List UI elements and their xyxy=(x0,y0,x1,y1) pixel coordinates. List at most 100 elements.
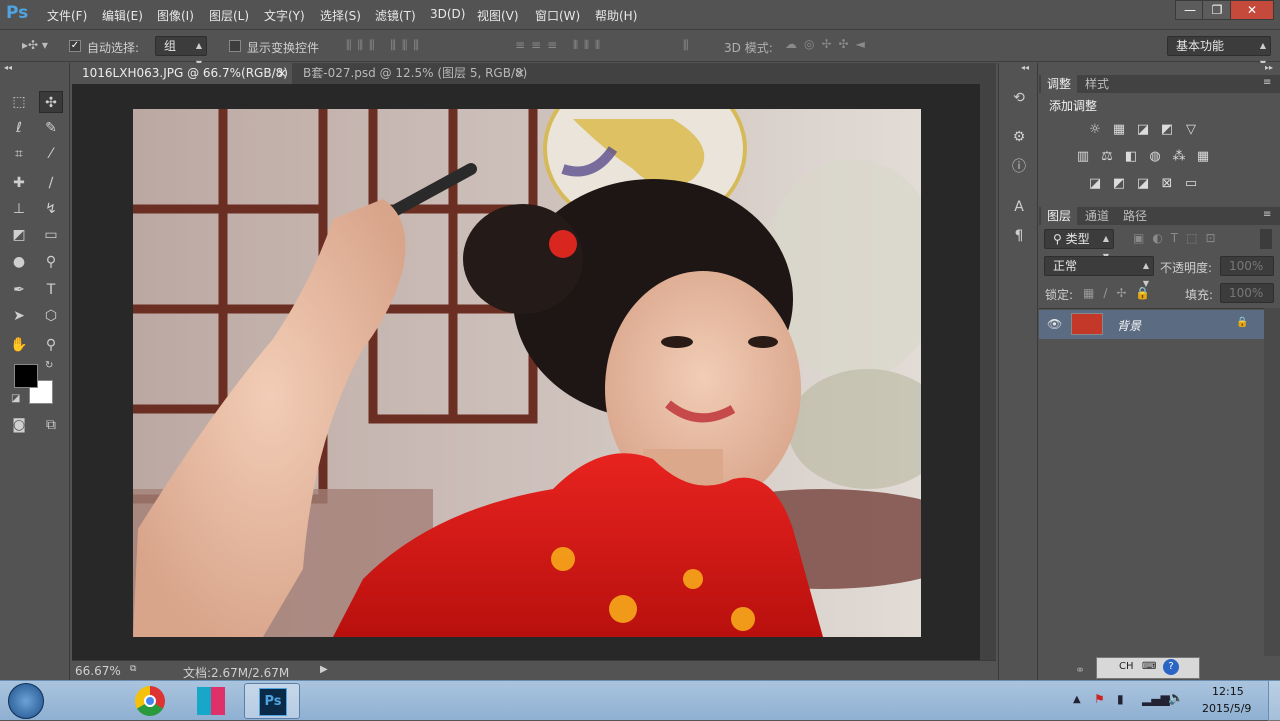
foreground-color-swatch-front[interactable] xyxy=(14,364,38,388)
menu-file[interactable]: 文件(F) xyxy=(47,7,87,24)
gradient-map-icon[interactable]: ▭ xyxy=(1182,175,1200,193)
network-icon[interactable]: ▂▄▆ xyxy=(1142,692,1170,706)
brightness-contrast-icon[interactable]: ☼ xyxy=(1086,121,1104,139)
dodge-tool-icon[interactable]: ⚲ xyxy=(39,251,63,273)
clock-date[interactable]: 2015/5/9 xyxy=(1202,702,1251,715)
filter-toggle[interactable] xyxy=(1260,229,1272,249)
tab-styles[interactable]: 样式 xyxy=(1079,75,1115,93)
healing-brush-tool-icon[interactable]: ✚ xyxy=(7,172,31,194)
menu-window[interactable]: 窗口(W) xyxy=(535,7,580,24)
collapse-icon[interactable]: ◂◂ xyxy=(4,63,12,72)
power-icon[interactable]: ▮ xyxy=(1117,692,1124,706)
3d-mode-icons[interactable]: ☁◎✢✣◄ xyxy=(785,37,872,51)
tab-paths[interactable]: 路径 xyxy=(1117,207,1153,225)
status-info-icon[interactable]: ⧉ xyxy=(130,664,136,674)
menu-3d[interactable]: 3D(D) xyxy=(430,7,465,21)
path-selection-tool-icon[interactable]: ➤ xyxy=(7,305,31,327)
history-brush-tool-icon[interactable]: ↯ xyxy=(39,198,63,220)
marquee-tool-icon[interactable]: ⬚ xyxy=(7,91,31,113)
distribute-icons[interactable]: ≡≡≡ ⫴⫴⫴ xyxy=(515,38,606,53)
clock-time[interactable]: 12:15 xyxy=(1212,685,1244,698)
color-lookup-icon[interactable]: ▦ xyxy=(1194,148,1212,166)
tab-active-document[interactable]: 1016LXH063.JPG @ 66.7%(RGB/8) × xyxy=(72,63,292,84)
keyboard-icon[interactable]: ⌨ xyxy=(1142,661,1156,672)
auto-align-icon[interactable]: ⫼ xyxy=(683,38,689,53)
hand-tool-icon[interactable]: ✋ xyxy=(7,334,31,356)
language-indicator[interactable]: CH xyxy=(1119,661,1134,672)
paragraph-panel-icon[interactable]: ¶ xyxy=(1009,226,1029,246)
history-panel-icon[interactable]: ⟲ xyxy=(1009,88,1029,108)
auto-select-checkbox[interactable]: ✓ xyxy=(69,40,81,52)
channel-mixer-icon[interactable]: ⁂ xyxy=(1170,148,1188,166)
photoshop-taskbar-button[interactable]: Ps xyxy=(244,683,300,719)
layer-filter-icons[interactable]: ▣◐T⬚⊡ xyxy=(1133,231,1224,245)
brush-tool-icon[interactable]: ∕ xyxy=(39,172,63,194)
menu-select[interactable]: 选择(S) xyxy=(320,7,361,24)
levels-icon[interactable]: ▦ xyxy=(1110,121,1128,139)
minimize-button[interactable]: — xyxy=(1175,0,1205,20)
swap-colors-icon[interactable]: ↻ xyxy=(45,360,53,371)
tab-channels[interactable]: 通道 xyxy=(1079,207,1115,225)
panel-menu-icon[interactable]: ≡ xyxy=(1263,77,1271,88)
black-white-icon[interactable]: ◧ xyxy=(1122,148,1140,166)
character-panel-icon[interactable]: A xyxy=(1009,197,1029,217)
volume-icon[interactable]: 🔈 xyxy=(1168,691,1184,706)
tab-close-icon[interactable]: × xyxy=(515,63,525,83)
eyedropper-tool-icon[interactable]: ⁄ xyxy=(39,143,63,165)
menu-help[interactable]: 帮助(H) xyxy=(595,7,637,24)
posterize-icon[interactable]: ◩ xyxy=(1110,175,1128,193)
default-colors-icon[interactable]: ◪ xyxy=(11,393,20,404)
help-icon[interactable]: ? xyxy=(1163,659,1179,675)
collapse-panels-icon[interactable]: ▸▸ xyxy=(1265,63,1273,72)
lock-icons[interactable]: ▦∕✢🔒 xyxy=(1083,286,1159,300)
panel-menu-icon[interactable]: ≡ xyxy=(1263,209,1271,220)
screen-mode-icon[interactable]: ⧉ xyxy=(39,414,63,436)
expand-icon[interactable]: ◂◂ xyxy=(1021,63,1029,72)
opacity-field[interactable]: 100% xyxy=(1220,256,1274,276)
restore-button[interactable]: ❐ xyxy=(1202,0,1232,20)
blur-tool-icon[interactable]: ● xyxy=(7,251,31,273)
tab-close-icon[interactable]: × xyxy=(277,63,287,83)
vibrance-icon[interactable]: ▽ xyxy=(1182,121,1200,139)
info-panel-icon[interactable]: ⓘ xyxy=(1009,157,1029,177)
quick-mask-icon[interactable]: ◙ xyxy=(7,414,31,436)
menu-layer[interactable]: 图层(L) xyxy=(209,7,249,24)
crop-tool-icon[interactable]: ⌗ xyxy=(7,143,31,165)
zoom-tool-icon[interactable]: ⚲ xyxy=(39,334,63,356)
language-bar[interactable]: CH ⌨ ? xyxy=(1096,657,1200,679)
workspace-dropdown[interactable]: 基本功能 ▲▼ xyxy=(1167,36,1271,68)
menu-filter[interactable]: 滤镜(T) xyxy=(375,7,416,24)
move-tool-icon[interactable]: ✣ xyxy=(39,91,63,113)
threshold-icon[interactable]: ◪ xyxy=(1134,175,1152,193)
selective-color-icon[interactable]: ⊠ xyxy=(1158,175,1176,193)
curves-icon[interactable]: ◪ xyxy=(1134,121,1152,139)
status-menu-arrow-icon[interactable]: ▶ xyxy=(320,664,328,675)
action-center-icon[interactable]: ⚑ xyxy=(1094,692,1105,706)
properties-panel-icon[interactable]: ⚙ xyxy=(1009,127,1029,147)
eye-icon[interactable]: 👁 xyxy=(1047,317,1062,331)
layer-name[interactable]: 背景 xyxy=(1117,317,1141,334)
layer-filter-dropdown[interactable]: ⚲ 类型 ▲▼ xyxy=(1044,229,1114,261)
clone-stamp-tool-icon[interactable]: ⊥ xyxy=(7,198,31,220)
menu-type[interactable]: 文字(Y) xyxy=(264,7,305,24)
tab-document-2[interactable]: B套-027.psd @ 12.5% (图层 5, RGB/8) × xyxy=(293,63,533,84)
invert-icon[interactable]: ◪ xyxy=(1086,175,1104,193)
show-hidden-icons-icon[interactable]: ▲ xyxy=(1073,694,1081,705)
tab-layers[interactable]: 图层 xyxy=(1041,207,1078,225)
exposure-icon[interactable]: ◩ xyxy=(1158,121,1176,139)
menu-edit[interactable]: 编辑(E) xyxy=(102,7,143,24)
lasso-tool-icon[interactable]: ℓ xyxy=(7,117,31,139)
chrome-taskbar-button[interactable] xyxy=(122,683,178,719)
color-balance-icon[interactable]: ⚖ xyxy=(1098,148,1116,166)
pen-tool-icon[interactable]: ✒ xyxy=(7,279,31,301)
align-icons[interactable]: ⫼⫼⫼ ⫼⫼⫼ xyxy=(346,38,425,53)
vertical-scrollbar[interactable] xyxy=(980,84,996,660)
menu-view[interactable]: 视图(V) xyxy=(477,7,519,24)
layer-row-background[interactable]: 👁 背景 🔒 xyxy=(1039,310,1264,339)
show-desktop-button[interactable] xyxy=(1268,681,1280,721)
quick-select-tool-icon[interactable]: ✎ xyxy=(39,117,63,139)
close-button[interactable]: ✕ xyxy=(1230,0,1274,20)
tab-adjustments[interactable]: 调整 xyxy=(1041,75,1078,93)
auto-select-dropdown[interactable]: 组 ▲▼ xyxy=(155,36,207,68)
move-tool-preset-icon[interactable]: ▸✣ ▾ xyxy=(22,38,48,52)
